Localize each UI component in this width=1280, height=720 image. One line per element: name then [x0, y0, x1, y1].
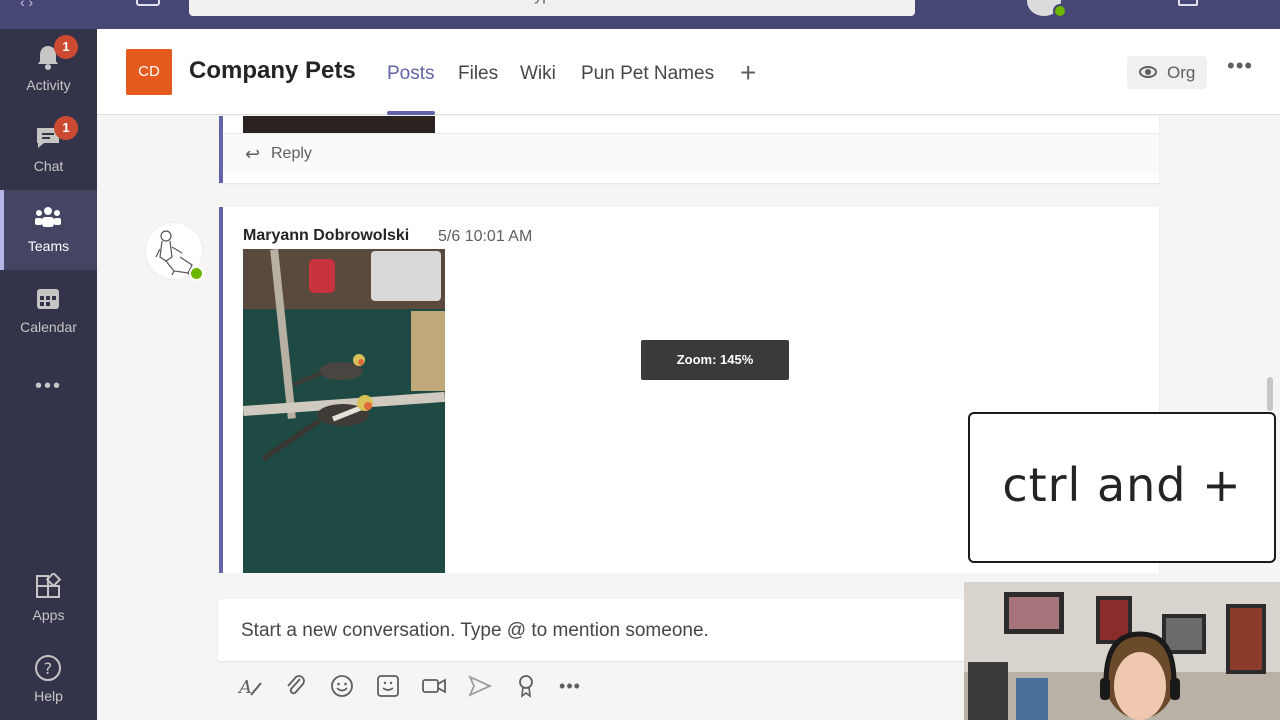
- window-icon[interactable]: [1178, 0, 1198, 6]
- active-tab-indicator: [387, 111, 435, 115]
- help-icon: ?: [35, 655, 61, 681]
- meet-now-icon[interactable]: [421, 673, 447, 699]
- rail-item-calendar[interactable]: Calendar: [0, 271, 97, 351]
- emoji-icon[interactable]: [329, 673, 355, 699]
- close-icon[interactable]: ×: [1240, 0, 1260, 6]
- rail-item-more[interactable]: •••: [0, 369, 97, 409]
- search-input[interactable]: Search or type a command: [189, 0, 915, 16]
- compose-placeholder: Start a new conversation. Type @ to ment…: [241, 620, 709, 641]
- feed-scrollbar[interactable]: [1267, 377, 1273, 411]
- keystroke-text: ctrl and +: [1002, 458, 1242, 512]
- nav-arrows[interactable]: ‹ ›: [20, 0, 80, 10]
- rail-label: Calendar: [20, 319, 77, 335]
- sticker-icon[interactable]: [375, 673, 401, 699]
- presenter-video-icon: [964, 582, 1280, 720]
- more-icon: •••: [34, 375, 62, 397]
- rail-label: Activity: [26, 77, 71, 93]
- praise-icon[interactable]: [513, 673, 539, 699]
- user-avatar[interactable]: [1027, 0, 1067, 18]
- keystroke-overlay: ctrl and +: [968, 412, 1276, 563]
- svg-text:A: A: [237, 677, 252, 698]
- tab-files[interactable]: Files: [458, 63, 498, 85]
- app-bar: 1 Activity 1 Chat Teams Calendar ••• App…: [0, 29, 97, 720]
- tab-posts[interactable]: Posts: [387, 63, 435, 85]
- post-photo[interactable]: [243, 249, 445, 573]
- teams-icon: [35, 207, 61, 227]
- tab-wiki[interactable]: Wiki: [520, 63, 556, 85]
- calendar-icon: [37, 289, 59, 309]
- reply-button[interactable]: ↩ Reply: [223, 133, 1159, 173]
- new-chat-icon[interactable]: [136, 0, 160, 6]
- attach-icon[interactable]: [283, 673, 309, 699]
- rail-label: Teams: [27, 238, 70, 254]
- title-bar: ‹ › Search or type a command ×: [0, 0, 1280, 29]
- org-button[interactable]: Org: [1127, 56, 1207, 89]
- rail-item-activity[interactable]: 1 Activity: [0, 29, 97, 109]
- format-icon[interactable]: A: [237, 673, 263, 699]
- chat-badge: 1: [54, 116, 78, 140]
- new-conversation-input[interactable]: Start a new conversation. Type @ to ment…: [218, 599, 978, 661]
- rail-item-teams[interactable]: Teams: [0, 190, 97, 270]
- reply-label: Reply: [271, 145, 312, 162]
- apps-icon: [36, 573, 62, 598]
- team-name: Company Pets: [189, 57, 356, 84]
- post-author[interactable]: Maryann Dobrowolski: [243, 227, 409, 245]
- eye-icon: [1139, 66, 1157, 78]
- channel-header: CD Company Pets Posts Files Wiki Pun Pet…: [97, 29, 1280, 115]
- rail-label: Chat: [33, 158, 64, 174]
- webcam-video: [964, 582, 1280, 720]
- rail-label: Help: [34, 688, 63, 704]
- post-image[interactable]: [243, 116, 435, 133]
- tab-pun-pet-names[interactable]: Pun Pet Names: [581, 63, 714, 85]
- rail-item-chat[interactable]: 1 Chat: [0, 110, 97, 190]
- rail-item-help[interactable]: ? Help: [0, 640, 97, 720]
- team-avatar[interactable]: CD: [126, 49, 172, 95]
- activity-badge: 1: [54, 35, 78, 59]
- reply-icon: ↩: [245, 144, 261, 164]
- rail-item-apps[interactable]: Apps: [0, 559, 97, 639]
- org-label: Org: [1167, 63, 1196, 82]
- zoom-toast: Zoom: 145%: [641, 340, 789, 380]
- send-icon[interactable]: [467, 673, 493, 699]
- post-timestamp: 5/6 10:01 AM: [438, 228, 533, 245]
- rail-label: Apps: [32, 607, 65, 623]
- more-options-button[interactable]: •••: [1227, 53, 1253, 79]
- add-tab-button[interactable]: +: [740, 57, 756, 89]
- presence-icon: [189, 266, 204, 281]
- more-options-icon[interactable]: •••: [557, 673, 583, 699]
- svg-text:?: ?: [44, 659, 53, 678]
- cockatiel-photo-icon: [243, 249, 445, 573]
- presence-icon: [1053, 4, 1067, 18]
- previous-post: ↩ Reply: [219, 116, 1159, 183]
